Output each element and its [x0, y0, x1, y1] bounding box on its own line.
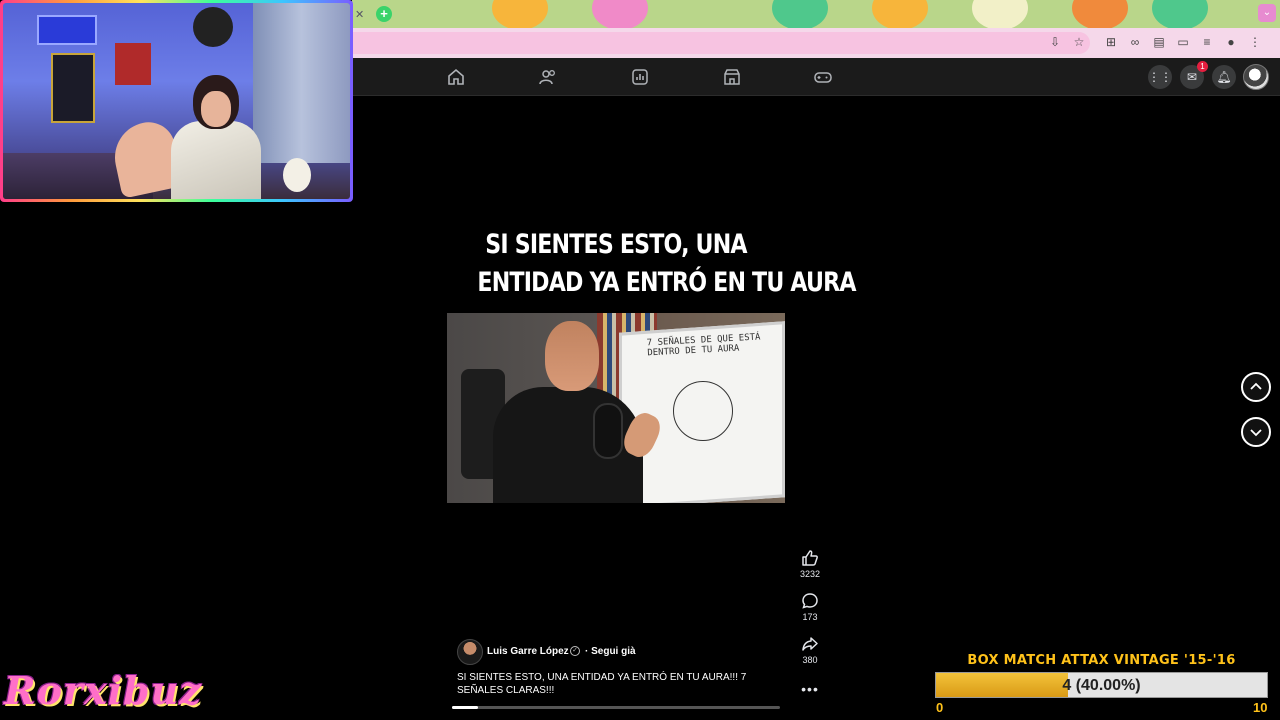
profile-icon[interactable]: ● — [1224, 35, 1238, 49]
webcam-video — [3, 3, 350, 199]
like-count: 3232 — [799, 569, 821, 579]
tab-search-icon[interactable]: ⌄ — [1258, 4, 1276, 22]
webcam-curtain — [253, 3, 350, 163]
video-progress-fill — [452, 706, 479, 709]
streamer-name-logo: Rorxibuz — [4, 668, 202, 713]
like-action[interactable]: 3232 — [795, 549, 825, 579]
wallpaper-mushroom — [872, 0, 928, 28]
chevron-up-icon — [1250, 382, 1262, 390]
messenger-badge: 1 — [1197, 61, 1208, 72]
video-microphone — [593, 403, 623, 459]
webcam-monitor — [37, 15, 97, 45]
tab-close-icon[interactable]: ✕ — [355, 8, 364, 21]
webcam-person-body — [171, 121, 261, 199]
dashboard-icon[interactable] — [631, 68, 649, 86]
box-match-max: 10 — [1253, 700, 1268, 715]
wallpaper-smiley — [492, 0, 548, 28]
share-icon[interactable] — [801, 635, 819, 653]
video-aura-circle — [673, 381, 733, 441]
tab-strip — [352, 0, 1280, 28]
webcam-person-face — [201, 91, 231, 127]
webcam-poster — [51, 53, 95, 123]
translate-icon[interactable]: ⊞ — [1104, 35, 1118, 49]
box-match-value: 4 (40.00%) — [1062, 677, 1141, 694]
reel-title: SI SIENTES ESTO, UNA ENTIDAD YA ENTRÓ EN… — [477, 226, 856, 302]
box-match-title: BOX MATCH ATTAX VINTAGE '15-'16 — [967, 653, 1236, 668]
video-progress-bar[interactable] — [452, 706, 780, 709]
share-action[interactable]: 380 — [795, 635, 825, 665]
menu-grid-icon[interactable]: ⋮⋮ — [1148, 65, 1172, 89]
reader-icon[interactable]: ▤ — [1152, 35, 1166, 49]
gaming-icon[interactable] — [814, 68, 832, 86]
wallpaper-mushroom — [1072, 0, 1128, 28]
webcam-poster — [115, 43, 151, 85]
more-options-icon[interactable]: ••• — [795, 681, 825, 697]
comment-action[interactable]: 173 — [795, 592, 825, 622]
screen: ✕ + ⌄ ⇩ ☆ ⊞ ∞ ▤ ▭ ≡ ● ⋮ ⋮⋮ ✉ 1 🔔︎ SI SIE… — [0, 0, 1280, 720]
like-icon[interactable] — [801, 549, 819, 567]
author-avatar[interactable] — [457, 639, 483, 665]
webcam-plush — [283, 158, 311, 192]
cast-icon[interactable]: ▭ — [1176, 35, 1190, 49]
extensions-icon[interactable]: ≡ — [1200, 35, 1214, 49]
wallpaper-smiley — [1152, 0, 1208, 28]
webcam-vinyl — [193, 7, 233, 47]
wallpaper-mushroom — [972, 0, 1028, 28]
wallpaper-smiley — [772, 0, 828, 28]
reel-video[interactable]: 7 SEÑALES DE QUE ESTÁ DENTRO DE TU AURA — [447, 313, 785, 503]
wallpaper-smiley — [592, 0, 648, 28]
verified-icon: ✓ — [570, 646, 580, 656]
link-icon[interactable]: ∞ — [1128, 35, 1142, 49]
box-match-min: 0 — [936, 700, 944, 715]
reel-caption: SI SIENTES ESTO, UNA ENTIDAD YA ENTRÓ EN… — [457, 672, 747, 696]
reel-title-line: SI SIENTES ESTO, UNA — [485, 229, 747, 260]
menu-icon[interactable]: ⋮ — [1248, 35, 1262, 49]
new-tab-button[interactable]: + — [376, 6, 392, 22]
comment-count: 173 — [802, 612, 818, 622]
friends-icon[interactable] — [539, 68, 557, 86]
comment-icon[interactable] — [801, 592, 819, 610]
reel-title-line: ENTIDAD YA ENTRÓ EN TU AURA — [477, 267, 856, 298]
home-icon[interactable] — [447, 68, 465, 86]
previous-reel-button[interactable] — [1241, 372, 1271, 402]
box-match-progress: 4 (40.00%) — [935, 672, 1268, 698]
video-person-head — [545, 321, 599, 391]
author-name[interactable]: Luis Garre López — [487, 646, 569, 657]
notifications-icon[interactable]: 🔔︎ — [1212, 65, 1236, 89]
star-icon[interactable]: ☆ — [1072, 35, 1086, 49]
profile-avatar[interactable] — [1243, 64, 1269, 90]
chevron-down-icon — [1250, 429, 1262, 437]
follow-button[interactable]: · Segui già — [585, 646, 636, 657]
webcam-overlay — [0, 0, 353, 202]
next-reel-button[interactable] — [1241, 417, 1271, 447]
install-icon[interactable]: ⇩ — [1048, 35, 1062, 49]
marketplace-icon[interactable] — [723, 68, 741, 86]
share-count: 380 — [802, 655, 818, 665]
toolbar-actions: ⊞ ∞ ▤ ▭ ≡ ● ⋮ — [1104, 35, 1262, 49]
omnibox-actions: ⇩ ☆ — [1048, 35, 1086, 49]
omnibox[interactable] — [352, 32, 1090, 54]
